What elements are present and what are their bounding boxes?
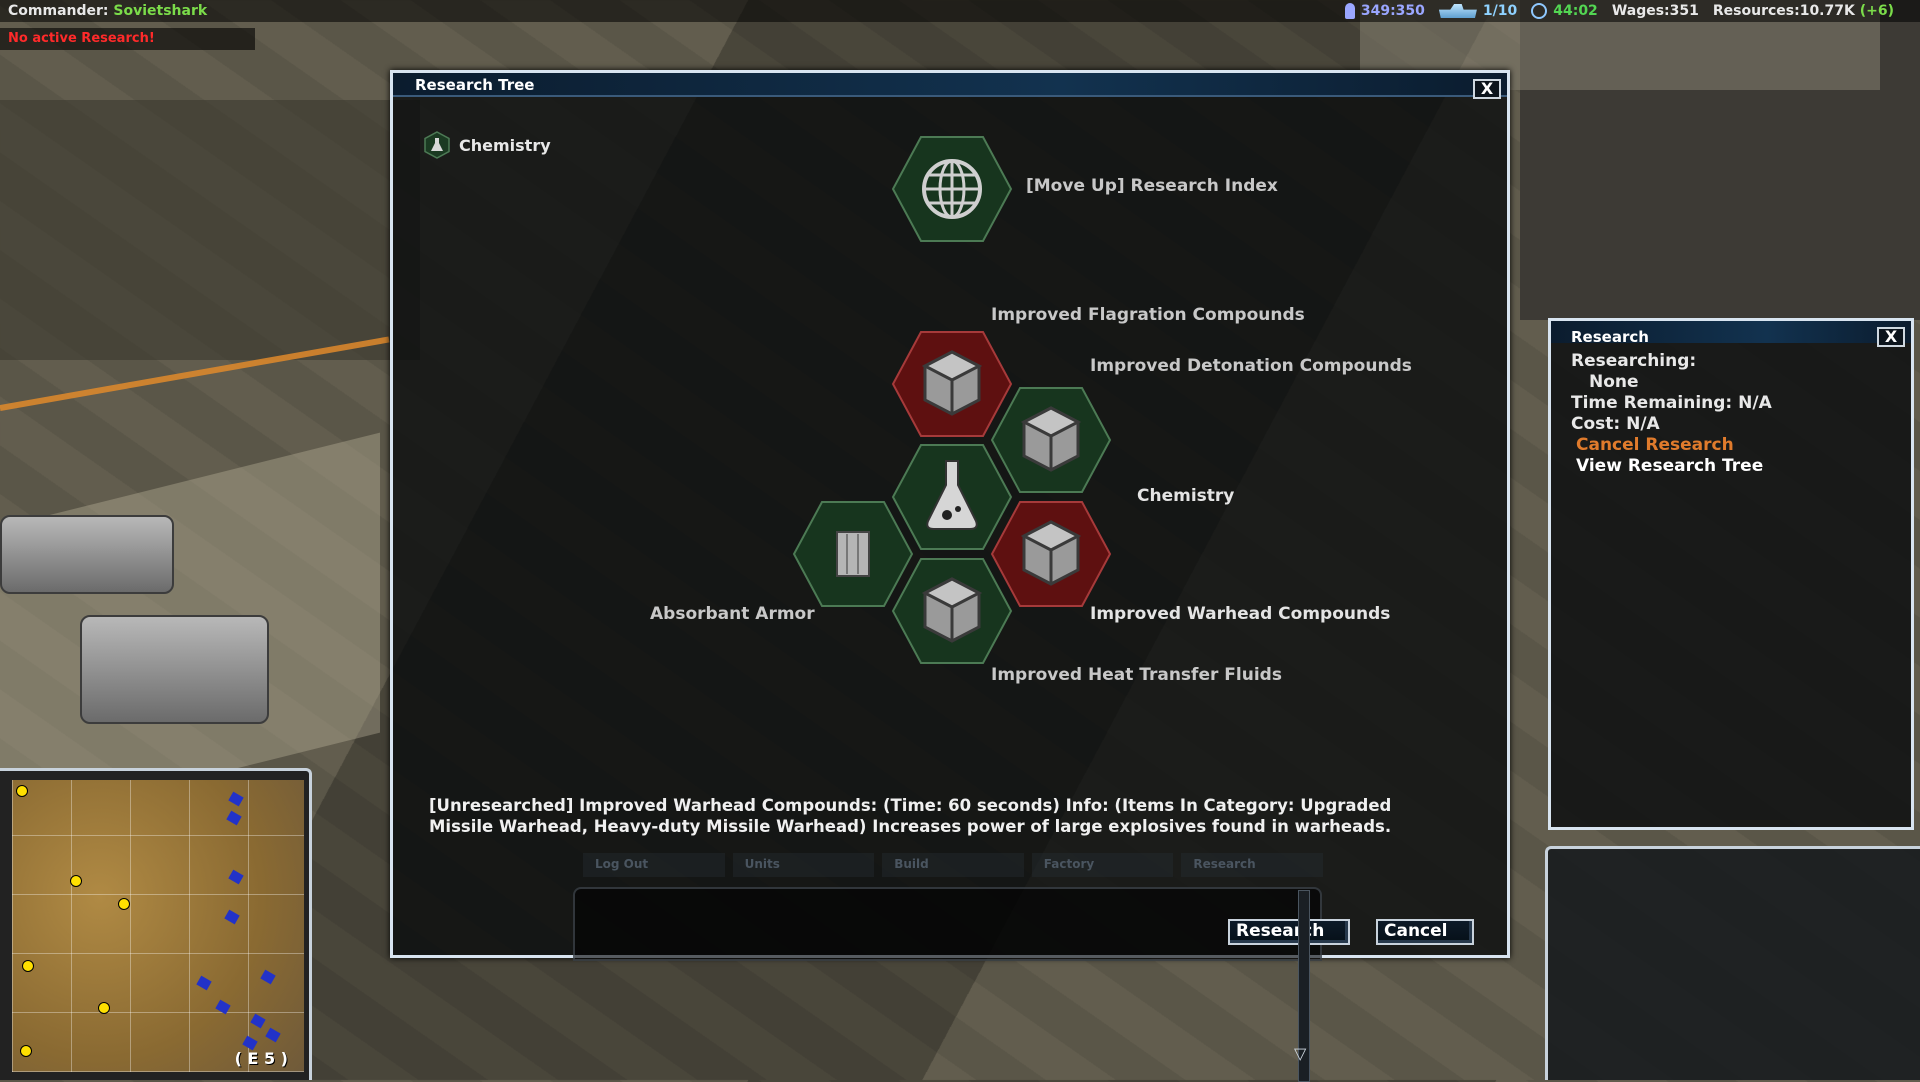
cancel-research-link[interactable]: Cancel Research	[1571, 435, 1772, 456]
minimap-ally-marker	[16, 785, 28, 797]
vehicle-stat: 1/10	[1438, 3, 1518, 19]
minimap-enemy-marker	[228, 869, 244, 885]
minimap-ally-marker	[98, 1002, 110, 1014]
vehicle-value: 1/10	[1482, 3, 1518, 19]
research-status-alert: No active Research!	[0, 28, 255, 50]
world-terrain	[0, 100, 420, 360]
minimap-enemy-marker	[196, 975, 212, 991]
research-tree-title: Research Tree	[415, 76, 535, 94]
top-hud-bar: Commander: Sovietshark 349:350 1/10 44:0…	[0, 0, 1920, 22]
minimap-ally-marker	[118, 898, 130, 910]
wages-value: Wages:351	[1611, 3, 1699, 19]
research-tree-close-button[interactable]: X	[1473, 79, 1501, 99]
view-research-tree-link[interactable]: View Research Tree	[1571, 456, 1772, 477]
tab-research: Research	[1181, 853, 1323, 877]
research-cost: Cost: N/A	[1571, 414, 1660, 434]
minimap-enemy-marker	[215, 999, 231, 1015]
population-stat: 349:350	[1344, 3, 1425, 19]
time-stat: 44:02	[1531, 3, 1598, 19]
resources-value: Resources:10.77K	[1712, 3, 1855, 19]
time-remaining: Time Remaining: N/A	[1571, 393, 1772, 413]
research-tree-window: Research Tree X Chemistry [Move Up] Rese…	[390, 70, 1510, 961]
research-button[interactable]: Research	[1228, 919, 1350, 945]
scroll-down-arrow-icon[interactable]: ▽	[1294, 1044, 1306, 1063]
minimap-grid-reference: ( E 5 )	[234, 1049, 288, 1068]
research-side-close-button[interactable]: X	[1877, 327, 1905, 347]
info-line: Missile Warhead, Heavy-duty Missile Warh…	[429, 817, 1392, 836]
tank-icon	[1438, 4, 1477, 18]
background-tab-bar: Log Out Units Build Factory Research	[583, 853, 1323, 877]
minimap-ally-marker	[20, 1045, 32, 1057]
background-command-panel	[573, 887, 1322, 961]
resources-stat: Resources:10.77K (+6)	[1713, 3, 1894, 19]
chemistry-label: Chemistry	[1137, 486, 1235, 506]
minimap-enemy-marker	[224, 909, 240, 925]
world-crate	[80, 615, 269, 724]
resources-income: (+6)	[1859, 3, 1894, 19]
soldier-icon	[1344, 3, 1355, 19]
research-index-globe-icon[interactable]	[891, 135, 1013, 243]
warhead-label: Improved Warhead Compounds	[1090, 604, 1391, 624]
breadcrumb-label: Chemistry	[459, 135, 551, 155]
time-value: 44:02	[1553, 3, 1598, 19]
research-info-text: [Unresearched] Improved Warhead Compound…	[429, 795, 1469, 837]
minimap[interactable]: ( E 5 )	[12, 780, 304, 1072]
tab-factory: Factory	[1031, 853, 1174, 877]
commander-name: Sovietshark	[113, 3, 208, 19]
heat-transfer-icon[interactable]	[891, 557, 1013, 665]
researching-label: Researching:	[1571, 351, 1697, 371]
absorbant-armor-label: Absorbant Armor	[650, 604, 815, 624]
tab-build: Build	[882, 853, 1024, 877]
population-value: 349:350	[1360, 3, 1425, 19]
info-line: [Unresearched] Improved Warhead Compound…	[429, 796, 1392, 815]
minimap-enemy-marker	[226, 810, 242, 826]
clock-icon	[1531, 3, 1548, 19]
tab-log-out: Log Out	[583, 853, 725, 877]
resource-readout: 349:350 1/10 44:02 Wages:351 Resources:1…	[1344, 3, 1894, 19]
flask-hex-icon	[424, 131, 450, 159]
research-tree-titlebar: Research Tree	[393, 73, 1507, 97]
lower-right-panel	[1545, 846, 1920, 1080]
tab-units: Units	[732, 853, 875, 877]
minimap-enemy-marker	[228, 791, 244, 807]
research-side-body: Researching: None Time Remaining: N/A Co…	[1571, 351, 1772, 477]
researching-value: None	[1589, 372, 1639, 392]
minimap-enemy-marker	[260, 969, 276, 985]
move-up-label[interactable]: [Move Up] Research Index	[1026, 176, 1278, 196]
minimap-enemy-marker	[250, 1013, 266, 1029]
research-side-title: Research	[1571, 328, 1649, 346]
minimap-ally-marker	[70, 875, 82, 887]
minimap-ally-marker	[22, 960, 34, 972]
flagration-label: Improved Flagration Compounds	[991, 305, 1305, 325]
research-side-panel: Research X Researching: None Time Remain…	[1548, 318, 1914, 830]
cancel-button[interactable]: Cancel	[1376, 919, 1474, 945]
detonation-label: Improved Detonation Compounds	[1090, 356, 1412, 376]
minimap-enemy-marker	[265, 1027, 281, 1043]
commander-info: Commander: Sovietshark	[8, 3, 207, 19]
heat-transfer-label: Improved Heat Transfer Fluids	[991, 665, 1282, 685]
commander-label: Commander:	[8, 3, 109, 19]
world-crate	[0, 515, 174, 594]
breadcrumb[interactable]: Chemistry	[423, 131, 551, 159]
